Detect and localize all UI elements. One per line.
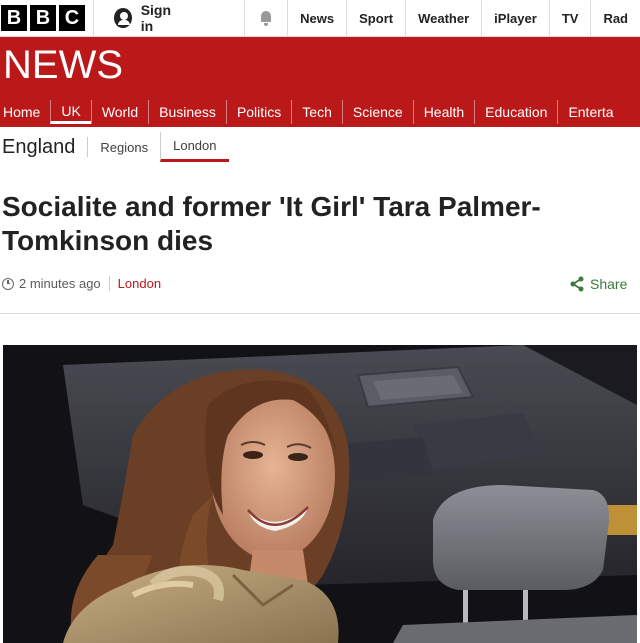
top-bar: B B C Sign in News Sport Weather iPlayer… <box>0 0 640 37</box>
share-label: Share <box>590 276 628 292</box>
nav-item-politics[interactable]: Politics <box>225 100 291 124</box>
top-link-news[interactable]: News <box>287 0 346 37</box>
article-meta: 2 minutes ago London <box>2 276 161 291</box>
share-icon <box>570 276 584 292</box>
bell-icon <box>259 11 273 26</box>
sign-in-button[interactable]: Sign in <box>93 0 244 37</box>
nav-item-health[interactable]: Health <box>412 100 474 124</box>
main-nav: Home UK World Business Politics Tech Sci… <box>0 100 624 124</box>
top-link-weather[interactable]: Weather <box>405 0 481 37</box>
nav-item-uk[interactable]: UK <box>50 100 91 124</box>
top-link-iplayer[interactable]: iPlayer <box>481 0 549 37</box>
article-location-link[interactable]: London <box>110 276 161 291</box>
news-header: NEWS Home UK World Business Politics Tec… <box>0 37 640 127</box>
top-link-tv[interactable]: TV <box>548 0 591 37</box>
nav-item-entertainment[interactable]: Enterta <box>557 100 623 124</box>
clock-icon <box>2 277 14 290</box>
logo-letter: B <box>1 5 27 31</box>
share-button[interactable]: Share <box>569 276 627 292</box>
photo-illustration <box>3 345 637 643</box>
top-link-sport[interactable]: Sport <box>346 0 405 37</box>
nav-item-world[interactable]: World <box>90 100 148 124</box>
region-title[interactable]: England <box>2 136 87 159</box>
notifications-button[interactable] <box>243 0 287 37</box>
sub-nav-regions[interactable]: Regions <box>87 137 160 157</box>
top-link-radio[interactable]: Rad <box>590 0 640 37</box>
nav-item-science[interactable]: Science <box>341 100 413 124</box>
nav-item-tech[interactable]: Tech <box>291 100 342 124</box>
sub-nav-london[interactable]: London <box>160 132 229 162</box>
nav-item-education[interactable]: Education <box>474 100 557 124</box>
bbc-logo[interactable]: B B C <box>1 5 85 31</box>
news-title[interactable]: NEWS <box>3 43 123 88</box>
logo-letter: C <box>59 5 85 31</box>
article-photo[interactable] <box>3 345 637 643</box>
user-icon <box>114 8 132 28</box>
logo-letter: B <box>30 5 56 31</box>
top-links: News Sport Weather iPlayer TV Rad <box>287 0 640 37</box>
sign-in-label: Sign in <box>140 2 172 34</box>
divider <box>0 313 640 314</box>
sub-nav: England Regions London <box>0 132 640 162</box>
article-headline: Socialite and former 'It Girl' Tara Palm… <box>2 191 541 256</box>
nav-item-home[interactable]: Home <box>0 100 50 124</box>
nav-item-business[interactable]: Business <box>148 100 226 124</box>
article-timestamp: 2 minutes ago <box>19 276 110 291</box>
